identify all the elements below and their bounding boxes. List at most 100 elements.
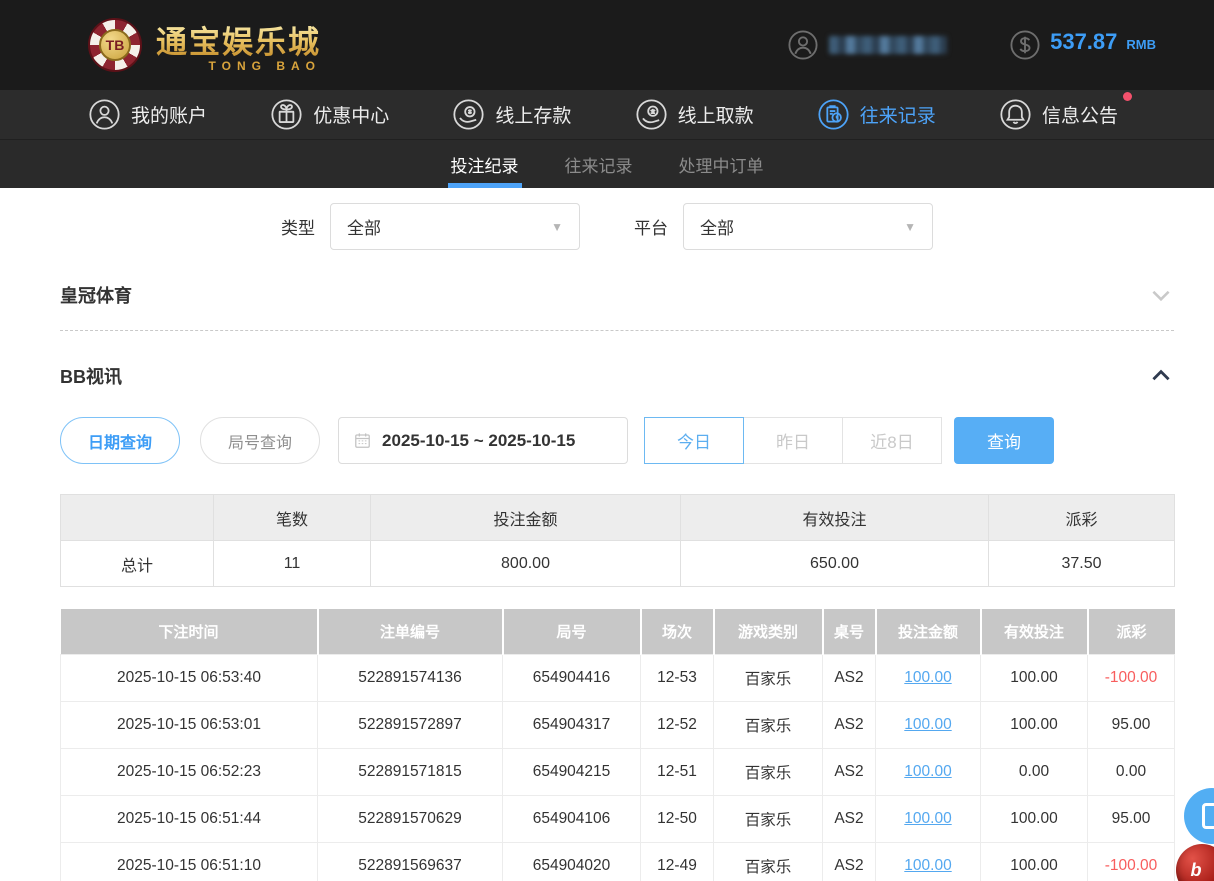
deposit-icon: [452, 98, 485, 131]
nav-item-promotions[interactable]: 优惠中心: [270, 98, 389, 131]
tab-bet-records[interactable]: 投注纪录: [449, 140, 521, 188]
user-icon: [88, 98, 121, 131]
bets-table-body: 2025-10-15 06:53:40522891574136654904416…: [61, 654, 1175, 881]
quick-last8days-button[interactable]: 近8日: [842, 417, 942, 464]
withdraw-icon: [635, 98, 668, 131]
platform-filter-label: 平台: [634, 214, 668, 239]
summary-header-count: 笔数: [214, 495, 371, 541]
col-bet-time: 下注时间: [61, 609, 318, 654]
summary-total-bet-amount: 800.00: [371, 541, 681, 587]
main-nav: 我的账户 优惠中心 线上存款: [0, 90, 1214, 140]
balance-currency: RMB: [1126, 37, 1156, 52]
nav-item-announcements[interactable]: 信息公告: [999, 98, 1118, 131]
nav-item-deposit[interactable]: 线上存款: [452, 98, 571, 131]
table-cell: 100.00: [876, 748, 981, 795]
type-select[interactable]: 全部 ▼: [330, 203, 580, 250]
page: TB 通宝娱乐城 TONG BAO: [0, 0, 1214, 881]
summary-header-row: 笔数 投注金额 有效投注 派彩: [61, 495, 1175, 541]
table-cell: 2025-10-15 06:52:23: [61, 748, 318, 795]
table-cell: 百家乐: [714, 795, 823, 842]
table-cell: 百家乐: [714, 842, 823, 881]
table-cell: 2025-10-15 06:51:10: [61, 842, 318, 881]
nav-item-withdraw[interactable]: 线上取款: [635, 98, 754, 131]
site-logo[interactable]: TB 通宝娱乐城 TONG BAO: [88, 17, 321, 73]
balance-amount: 537.87: [1050, 29, 1117, 55]
platform-select-value: 全部: [700, 214, 734, 239]
user-account[interactable]: [787, 29, 947, 61]
site-title: 通宝娱乐城: [156, 17, 321, 62]
table-cell: 654904106: [503, 795, 641, 842]
section-crown-sports: 皇冠体育: [60, 282, 1174, 308]
bet-amount-link[interactable]: 100.00: [904, 810, 951, 827]
table-cell: 100.00: [981, 701, 1088, 748]
table-cell: 100.00: [981, 795, 1088, 842]
table-row: 2025-10-15 06:52:23522891571815654904215…: [61, 748, 1175, 795]
nav-item-my-account[interactable]: 我的账户: [88, 98, 207, 131]
chevron-down-icon[interactable]: [1148, 282, 1174, 308]
table-cell: AS2: [823, 795, 876, 842]
site-subtitle: TONG BAO: [209, 59, 321, 73]
bets-header-row: 下注时间 注单编号 局号 场次 游戏类别 桌号 投注金额 有效投注 派彩: [61, 609, 1175, 654]
quick-today-button[interactable]: 今日: [644, 417, 744, 464]
table-row: 2025-10-15 06:53:40522891574136654904416…: [61, 654, 1175, 701]
table-cell: 100.00: [876, 654, 981, 701]
chip-monogram: TB: [99, 29, 131, 61]
section-title-bb-video: BB视讯: [60, 363, 122, 389]
col-table-number: 桌号: [823, 609, 876, 654]
floating-service-button[interactable]: [1184, 788, 1214, 844]
bets-table: 下注时间 注单编号 局号 场次 游戏类别 桌号 投注金额 有效投注 派彩 202…: [60, 609, 1175, 881]
table-cell: 95.00: [1088, 701, 1175, 748]
table-cell: 522891572897: [318, 701, 503, 748]
bet-amount-link[interactable]: 100.00: [904, 763, 951, 780]
table-cell: AS2: [823, 748, 876, 795]
user-icon: [787, 29, 819, 61]
quick-date-group: 今日 昨日 近8日: [644, 417, 942, 464]
type-filter-label: 类型: [281, 214, 315, 239]
summary-header-empty: [61, 495, 214, 541]
date-range-picker[interactable]: 2025-10-15 ~ 2025-10-15: [338, 417, 628, 464]
table-row: 2025-10-15 06:53:01522891572897654904317…: [61, 701, 1175, 748]
col-payout: 派彩: [1088, 609, 1175, 654]
bet-amount-link[interactable]: 100.00: [904, 716, 951, 733]
tab-transaction-records[interactable]: 往来记录: [563, 140, 635, 188]
table-cell: AS2: [823, 701, 876, 748]
section-bb-video: BB视讯: [60, 363, 1174, 389]
gift-icon: [270, 98, 303, 131]
summary-total-valid-bet: 650.00: [681, 541, 989, 587]
col-bet-amount: 投注金额: [876, 609, 981, 654]
platform-select[interactable]: 全部 ▼: [683, 203, 933, 250]
table-row: 2025-10-15 06:51:10522891569637654904020…: [61, 842, 1175, 881]
table-cell: 522891569637: [318, 842, 503, 881]
table-cell: 2025-10-15 06:53:01: [61, 701, 318, 748]
table-cell: -100.00: [1088, 654, 1175, 701]
table-cell: 2025-10-15 06:51:44: [61, 795, 318, 842]
table-cell: 654904020: [503, 842, 641, 881]
table-cell: 654904416: [503, 654, 641, 701]
type-select-value: 全部: [347, 214, 381, 239]
quick-yesterday-button[interactable]: 昨日: [743, 417, 843, 464]
bet-amount-link[interactable]: 100.00: [904, 857, 951, 874]
table-row: 2025-10-15 06:51:44522891570629654904106…: [61, 795, 1175, 842]
balance[interactable]: 537.87 RMB: [1009, 29, 1156, 61]
round-query-button[interactable]: 局号查询: [200, 417, 320, 464]
chevron-up-icon[interactable]: [1148, 363, 1174, 389]
table-cell: 100.00: [876, 842, 981, 881]
nav-item-records[interactable]: 往来记录: [817, 98, 936, 131]
col-session: 场次: [641, 609, 714, 654]
col-round-number: 局号: [503, 609, 641, 654]
table-cell: 654904215: [503, 748, 641, 795]
summary-header-payout: 派彩: [989, 495, 1175, 541]
username-blurred: [829, 36, 947, 54]
table-cell: 0.00: [1088, 748, 1175, 795]
table-cell: 12-49: [641, 842, 714, 881]
search-button[interactable]: 查询: [954, 417, 1054, 464]
floating-bb-button[interactable]: b: [1176, 844, 1214, 881]
calendar-icon: [353, 431, 372, 450]
date-query-button[interactable]: 日期查询: [60, 417, 180, 464]
records-icon: [817, 98, 850, 131]
table-cell: 12-51: [641, 748, 714, 795]
tab-pending-orders[interactable]: 处理中订单: [677, 140, 766, 188]
bet-amount-link[interactable]: 100.00: [904, 669, 951, 686]
summary-total-row: 总计 11 800.00 650.00 37.50: [61, 541, 1175, 587]
table-cell: 522891570629: [318, 795, 503, 842]
